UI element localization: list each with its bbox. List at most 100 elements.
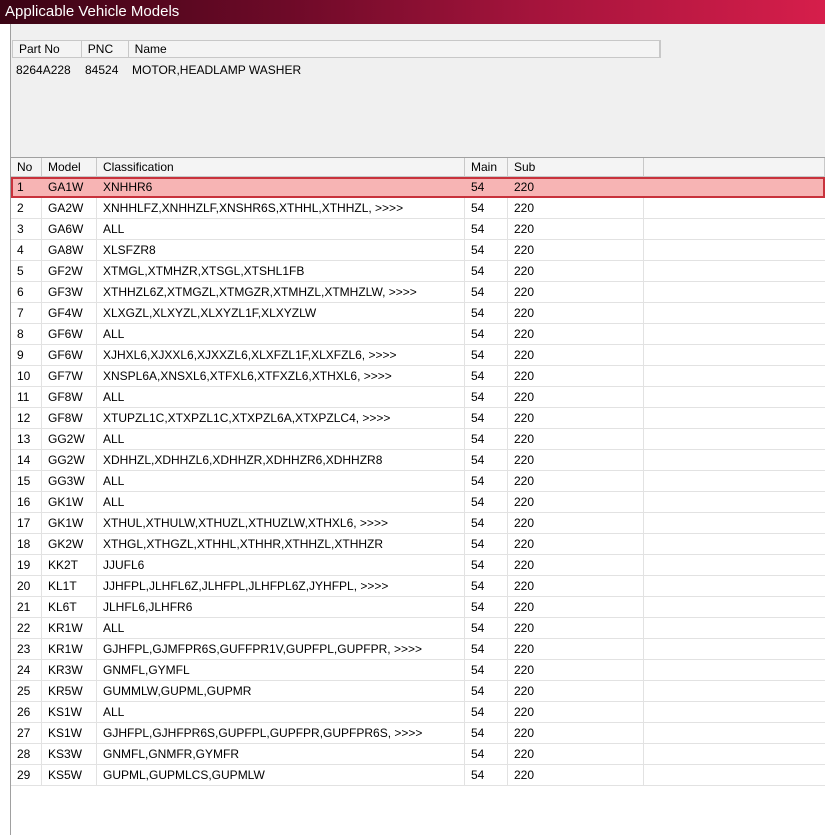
sub-cell: 220	[508, 219, 644, 239]
table-row[interactable]: 9 GF6W XJHXL6,XJXXL6,XJXXZL6,XLXFZL1F,XLXF…	[11, 345, 825, 366]
model-cell: GK1W	[42, 513, 97, 533]
main-cell: 54	[465, 639, 508, 659]
table-row[interactable]: 10 GF7W XNSPL6A,XNSXL6,XTFXL6,XTFXZL6,XTHX…	[11, 366, 825, 387]
row-no-cell: 4	[11, 240, 42, 260]
sub-cell: 220	[508, 303, 644, 323]
main-cell: 54	[465, 534, 508, 554]
model-cell: GF7W	[42, 366, 97, 386]
main-cell: 54	[465, 198, 508, 218]
row-no-cell: 26	[11, 702, 42, 722]
classification-cell: ALL	[97, 471, 465, 491]
row-filler	[644, 618, 825, 638]
table-row[interactable]: 23 KR1W GJHFPL,GJMFPR6S,GUFFPR1V,GUPFPL,GU…	[11, 639, 825, 660]
table-row[interactable]: 16 GK1W ALL 54 220	[11, 492, 825, 513]
sub-cell: 220	[508, 408, 644, 428]
table-row[interactable]: 3 GA6W ALL 54 220	[11, 219, 825, 240]
table-row[interactable]: 1 GA1W XNHHR6 54 220	[11, 177, 825, 198]
table-row[interactable]: 19 KK2T JJUFL6 54 220	[11, 555, 825, 576]
table-row[interactable]: 20 KL1T JJHFPL,JLHFL6Z,JLHFPL,JLHFPL6Z,JYH…	[11, 576, 825, 597]
row-no-cell: 9	[11, 345, 42, 365]
row-filler	[644, 240, 825, 260]
column-header-no[interactable]: No	[11, 158, 42, 176]
classification-cell: ALL	[97, 387, 465, 407]
table-row[interactable]: 8 GF6W ALL 54 220	[11, 324, 825, 345]
classification-cell: ALL	[97, 702, 465, 722]
classification-cell: XNSPL6A,XNSXL6,XTFXL6,XTFXZL6,XTHXL6, >>…	[97, 366, 465, 386]
main-cell: 54	[465, 618, 508, 638]
main-cell: 54	[465, 261, 508, 281]
table-row[interactable]: 26 KS1W ALL 54 220	[11, 702, 825, 723]
row-filler	[644, 555, 825, 575]
classification-cell: XNHHR6	[97, 177, 465, 197]
model-cell: GG3W	[42, 471, 97, 491]
classification-cell: ALL	[97, 324, 465, 344]
model-cell: KK2T	[42, 555, 97, 575]
sub-cell: 220	[508, 366, 644, 386]
model-cell: GA2W	[42, 198, 97, 218]
table-row[interactable]: 5 GF2W XTMGL,XTMHZR,XTSGL,XTSHL1FB 54 220	[11, 261, 825, 282]
model-cell: GF6W	[42, 324, 97, 344]
column-header-main[interactable]: Main	[465, 158, 508, 176]
table-row[interactable]: 18 GK2W XTHGL,XTHGZL,XTHHL,XTHHR,XTHHZL,XT…	[11, 534, 825, 555]
classification-cell: XTMGL,XTMHZR,XTSGL,XTSHL1FB	[97, 261, 465, 281]
name-cell: MOTOR,HEADLAMP WASHER	[132, 63, 302, 77]
main-cell: 54	[465, 681, 508, 701]
table-row[interactable]: 22 KR1W ALL 54 220	[11, 618, 825, 639]
row-filler	[644, 261, 825, 281]
column-header-model[interactable]: Model	[42, 158, 97, 176]
table-row[interactable]: 12 GF8W XTUPZL1C,XTXPZL1C,XTXPZL6A,XTXPZLC…	[11, 408, 825, 429]
table-row[interactable]: 29 KS5W GUPML,GUPMLCS,GUPMLW 54 220	[11, 765, 825, 786]
table-row[interactable]: 2 GA2W XNHHLFZ,XNHHZLF,XNSHR6S,XTHHL,XTHHZ…	[11, 198, 825, 219]
table-row[interactable]: 13 GG2W ALL 54 220	[11, 429, 825, 450]
row-no-cell: 1	[11, 177, 42, 197]
table-row[interactable]: 6 GF3W XTHHZL6Z,XTMGZL,XTMGZR,XTMHZL,XTMHZ…	[11, 282, 825, 303]
row-filler	[644, 282, 825, 302]
model-cell: GK1W	[42, 492, 97, 512]
models-table-body: 1 GA1W XNHHR6 54 220 2 GA2W XNHHLFZ,XNHHZLF,XNS…	[11, 177, 825, 786]
row-no-cell: 27	[11, 723, 42, 743]
classification-cell: GNMFL,GYMFL	[97, 660, 465, 680]
classification-cell: ALL	[97, 492, 465, 512]
main-cell: 54	[465, 576, 508, 596]
table-row[interactable]: 21 KL6T JLHFL6,JLHFR6 54 220	[11, 597, 825, 618]
main-cell: 54	[465, 597, 508, 617]
classification-cell: ALL	[97, 429, 465, 449]
row-no-cell: 18	[11, 534, 42, 554]
row-filler	[644, 366, 825, 386]
classification-cell: XNHHLFZ,XNHHZLF,XNSHR6S,XTHHL,XTHHZL, >>…	[97, 198, 465, 218]
row-filler	[644, 534, 825, 554]
table-row[interactable]: 25 KR5W GUMMLW,GUPML,GUPMR 54 220	[11, 681, 825, 702]
table-row[interactable]: 28 KS3W GNMFL,GNMFR,GYMFR 54 220	[11, 744, 825, 765]
row-no-cell: 8	[11, 324, 42, 344]
sub-cell: 220	[508, 471, 644, 491]
row-filler	[644, 576, 825, 596]
column-header-sub[interactable]: Sub	[508, 158, 644, 176]
classification-cell: JLHFL6,JLHFR6	[97, 597, 465, 617]
window-title: Applicable Vehicle Models	[0, 0, 825, 24]
column-header-pnc[interactable]: PNC	[82, 41, 129, 57]
table-row[interactable]: 11 GF8W ALL 54 220	[11, 387, 825, 408]
sub-cell: 220	[508, 240, 644, 260]
row-no-cell: 5	[11, 261, 42, 281]
model-cell: GF3W	[42, 282, 97, 302]
table-row[interactable]: 15 GG3W ALL 54 220	[11, 471, 825, 492]
model-cell: KR1W	[42, 639, 97, 659]
column-header-name[interactable]: Name	[129, 41, 660, 57]
row-no-cell: 28	[11, 744, 42, 764]
table-row[interactable]: 24 KR3W GNMFL,GYMFL 54 220	[11, 660, 825, 681]
row-no-cell: 13	[11, 429, 42, 449]
table-row[interactable]: 14 GG2W XDHHZL,XDHHZL6,XDHHZR,XDHHZR6,XDHH…	[11, 450, 825, 471]
table-row[interactable]: 7 GF4W XLXGZL,XLXYZL,XLXYZL1F,XLXYZLW 54 220	[11, 303, 825, 324]
row-filler	[644, 765, 825, 785]
table-row[interactable]: 27 KS1W GJHFPL,GJHFPR6S,GUPFPL,GUPFPR,GUPF…	[11, 723, 825, 744]
column-header-classification[interactable]: Classification	[97, 158, 465, 176]
column-header-part-no[interactable]: Part No	[13, 41, 82, 57]
row-filler	[644, 744, 825, 764]
main-cell: 54	[465, 387, 508, 407]
row-no-cell: 10	[11, 366, 42, 386]
part-row[interactable]: 8264A228 84524 MOTOR,HEADLAMP WASHER	[12, 62, 661, 78]
classification-cell: XTHGL,XTHGZL,XTHHL,XTHHR,XTHHZL,XTHHZR	[97, 534, 465, 554]
table-row[interactable]: 17 GK1W XTHUL,XTHULW,XTHUZL,XTHUZLW,XTHXL6…	[11, 513, 825, 534]
table-row[interactable]: 4 GA8W XLSFZR8 54 220	[11, 240, 825, 261]
classification-cell: XLXGZL,XLXYZL,XLXYZL1F,XLXYZLW	[97, 303, 465, 323]
